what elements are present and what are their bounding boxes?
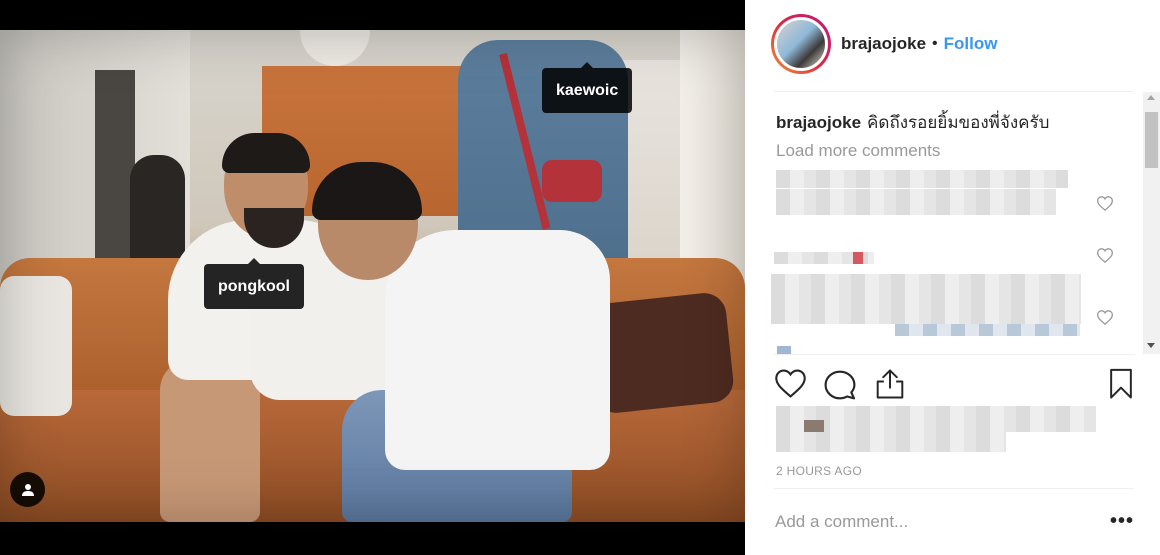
blurred-comment — [776, 170, 1068, 188]
header-separator: • — [932, 35, 938, 52]
caption-username[interactable]: brajaojoke — [776, 113, 861, 132]
likes-blurred — [776, 406, 1096, 456]
blurred-likes — [776, 406, 1096, 432]
ellipsis-icon[interactable]: ••• — [1110, 510, 1134, 533]
post-sidebar: brajaojoke • Follow brajaojoke คิดถึงรอยย… — [745, 0, 1160, 555]
blurred-likes — [776, 432, 1006, 452]
scroll-down-arrow-icon[interactable] — [1147, 343, 1155, 348]
heart-icon[interactable] — [1097, 248, 1113, 263]
blurred-comment-icon — [777, 346, 791, 354]
blurred-likes-accent — [804, 420, 824, 432]
action-bar — [745, 364, 1160, 408]
person-icon — [21, 483, 34, 496]
header-username[interactable]: brajaojoke — [841, 34, 926, 54]
blurred-comment — [771, 274, 1081, 324]
divider — [774, 488, 1134, 489]
share-icon[interactable] — [875, 368, 905, 400]
follow-button[interactable]: Follow — [944, 34, 998, 54]
photo-tag-kaewoic[interactable]: kaewoic — [542, 62, 633, 113]
avatar[interactable] — [771, 14, 831, 74]
scrollbar-thumb[interactable] — [1145, 112, 1158, 168]
speech-bubble-icon[interactable] — [824, 369, 856, 401]
add-comment-input[interactable]: Add a comment... — [775, 512, 908, 532]
blurred-comment-accent — [853, 252, 863, 264]
blurred-comment-accent — [895, 324, 1080, 336]
comments-section: brajaojoke คิดถึงรอยยิ้มของพี่จังครับ Loa… — [745, 92, 1160, 354]
heart-icon[interactable] — [775, 369, 806, 398]
heart-icon[interactable] — [1097, 196, 1113, 211]
comments-scrollbar[interactable] — [1143, 92, 1160, 354]
scroll-up-arrow-icon[interactable] — [1147, 95, 1155, 100]
photo-vignette — [0, 30, 745, 522]
avatar-image — [774, 17, 828, 71]
load-more-comments-button[interactable]: Load more comments — [776, 141, 940, 161]
bookmark-icon[interactable] — [1108, 368, 1134, 400]
post-header: brajaojoke • Follow — [745, 0, 1160, 88]
post-media: kaewoic pongkool — [0, 0, 745, 555]
divider — [774, 354, 1134, 355]
photo-tag-pongkool[interactable]: pongkool — [204, 258, 304, 309]
caption: brajaojoke คิดถึงรอยยิ้มของพี่จังครับ — [776, 109, 1049, 136]
post-photo[interactable] — [0, 30, 745, 522]
caption-text: คิดถึงรอยยิ้มของพี่จังครับ — [867, 113, 1050, 132]
blurred-comment — [776, 189, 1056, 215]
heart-icon[interactable] — [1097, 310, 1113, 325]
user-tags-button[interactable] — [10, 472, 45, 507]
post-timestamp[interactable]: 2 HOURS AGO — [776, 464, 862, 478]
